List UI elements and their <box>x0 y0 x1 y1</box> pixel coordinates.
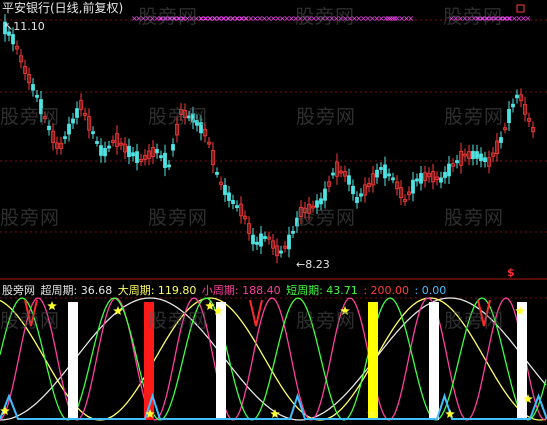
watermark: 股旁网 <box>138 6 199 28</box>
candle <box>159 155 163 159</box>
signal-marker: × <box>408 14 415 23</box>
legend-upper-value: : 200.00 <box>363 284 410 297</box>
candle <box>479 153 483 162</box>
watermark: 股旁网 <box>295 6 356 28</box>
watermark: 股旁网 <box>443 6 504 28</box>
candle <box>223 184 227 196</box>
candle <box>411 179 415 194</box>
watermark: 股旁网 <box>296 310 357 332</box>
legend-short-cycle: 短周期: 43.71 <box>286 284 358 297</box>
candle <box>447 163 451 177</box>
candle <box>507 108 511 124</box>
candle <box>155 149 159 154</box>
candle <box>135 151 139 164</box>
candle <box>103 148 107 157</box>
candle <box>387 173 391 177</box>
candle <box>35 94 39 98</box>
candle <box>231 200 235 204</box>
candle <box>63 136 67 140</box>
candle <box>131 152 135 157</box>
watermark: 股旁网 <box>148 106 209 128</box>
watermark: 股旁网 <box>0 207 61 229</box>
candle <box>323 188 327 201</box>
candle <box>91 131 95 135</box>
high-price-value: 11.10 <box>13 20 45 33</box>
candle <box>511 103 515 108</box>
candle <box>331 172 335 176</box>
candle <box>163 152 167 168</box>
candle <box>383 164 387 179</box>
signal-marker: × <box>506 14 513 23</box>
candle <box>127 145 131 158</box>
candle <box>483 157 487 162</box>
candle <box>287 234 291 250</box>
candle <box>475 151 479 159</box>
arrow-up-left-icon: ↖ <box>4 20 14 33</box>
cycle-bar <box>216 302 226 420</box>
candle <box>75 108 79 118</box>
watermark: 股旁网 <box>296 106 357 128</box>
cycle-bar <box>368 302 378 420</box>
candle <box>227 192 231 201</box>
candle <box>415 178 419 182</box>
candle <box>391 177 395 181</box>
candle <box>167 164 171 168</box>
signal-mark: $ <box>507 266 515 279</box>
arrow-left-icon: ← <box>296 258 306 271</box>
star-marker <box>270 409 280 418</box>
candle <box>171 144 175 151</box>
candle <box>455 160 459 164</box>
candle <box>419 173 423 184</box>
candle <box>439 177 443 183</box>
star-marker <box>445 409 455 418</box>
watermark: 股旁网 <box>444 310 505 332</box>
candle <box>355 197 359 203</box>
candle <box>347 175 351 185</box>
watermark: 股旁网 <box>296 207 357 229</box>
high-price-label: ↖11.10 <box>4 20 45 33</box>
watermark: 股旁网 <box>0 310 61 332</box>
candle <box>515 94 519 99</box>
candle <box>375 169 379 178</box>
low-price-label: ←8.23 <box>296 258 330 271</box>
candle <box>259 233 263 247</box>
candle <box>31 84 35 91</box>
candle <box>359 193 363 197</box>
candle <box>107 145 111 149</box>
candle <box>379 167 383 170</box>
watermark: 股旁网 <box>444 207 505 229</box>
candle <box>235 205 239 209</box>
candle <box>263 236 267 239</box>
candle <box>351 185 355 195</box>
legend-small-cycle: 小周期: 188.40 <box>201 284 281 297</box>
low-price-value: 8.23 <box>305 258 330 271</box>
candle <box>255 241 259 245</box>
corner-box-icon <box>516 4 525 13</box>
cycle-bar <box>429 302 439 420</box>
watermark: 股旁网 <box>0 106 61 128</box>
candle <box>215 171 219 175</box>
window-title: 平安银行(日线,前复权) <box>2 1 124 15</box>
watermark: 股旁网 <box>148 310 209 332</box>
candle <box>99 145 103 156</box>
candle <box>443 172 447 178</box>
watermark: 股旁网 <box>148 207 209 229</box>
indicator-legend: 股旁网 超周期: 36.68 大周期: 119.80 小周期: 188.40 短… <box>2 284 448 297</box>
legend-lower-value: : 0.00 <box>414 284 447 297</box>
signal-marker: × <box>525 14 532 23</box>
candle <box>499 137 503 143</box>
candle <box>67 123 71 135</box>
candle <box>71 118 75 124</box>
candle <box>95 141 99 144</box>
cycle-bar <box>68 302 78 420</box>
candle <box>251 234 255 245</box>
legend-big-cycle: 大周期: 119.80 <box>117 284 197 297</box>
watermark: 股旁网 <box>444 106 505 128</box>
indicator-name: 股旁网 <box>2 284 35 297</box>
candle <box>279 250 283 254</box>
candle <box>471 150 475 160</box>
candle <box>291 230 295 234</box>
candle <box>11 34 15 45</box>
legend-super-cycle: 超周期: 36.68 <box>40 284 113 297</box>
